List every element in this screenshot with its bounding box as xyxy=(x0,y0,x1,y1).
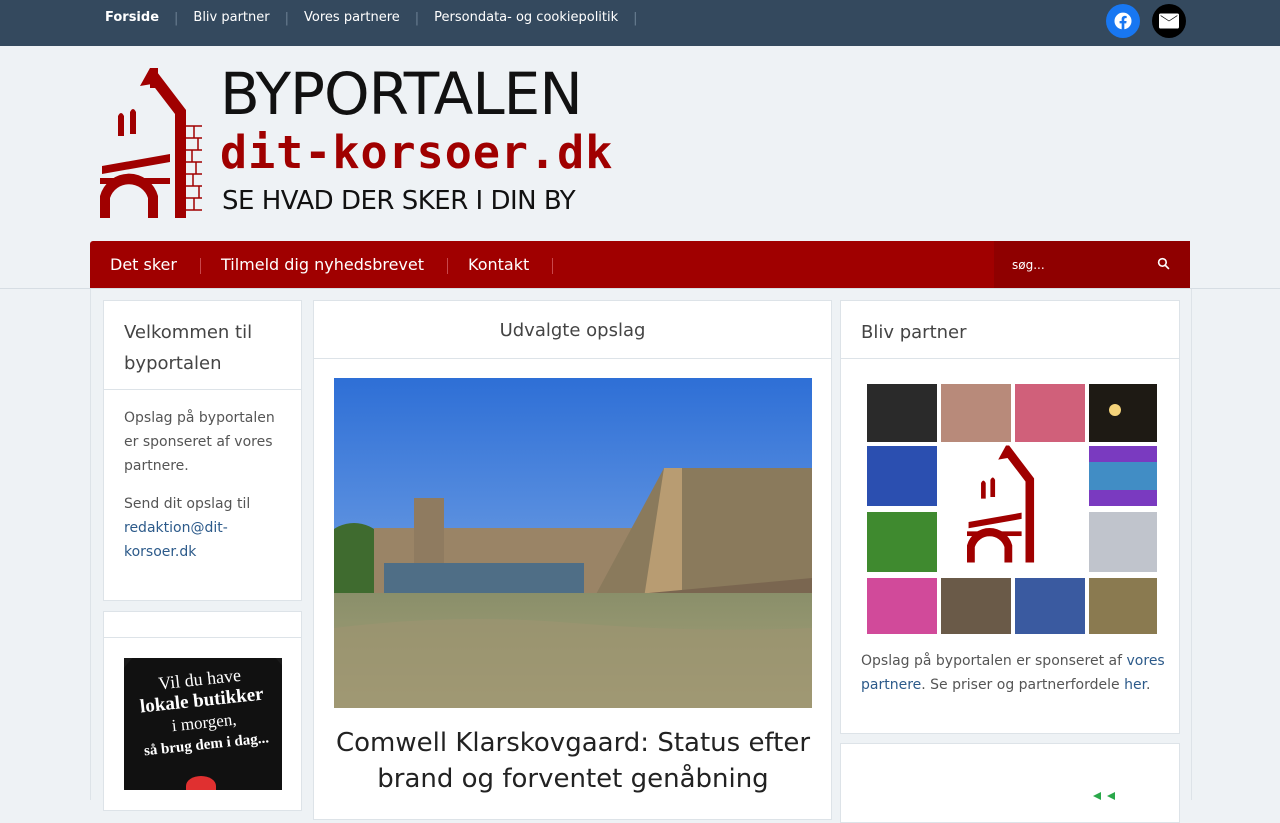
topnav-persondata[interactable]: Persondata- og cookiepolitik xyxy=(419,0,633,36)
local-shops-banner[interactable]: Vil du have lokale butikker i morgen, så… xyxy=(124,658,282,790)
local-shops-widget: Vil du have lokale butikker i morgen, så… xyxy=(103,611,302,811)
topnav-vores-partnere[interactable]: Vores partnere xyxy=(289,0,415,36)
search-box xyxy=(994,241,1190,288)
logo-domain: dit-korsoer.dk xyxy=(220,126,614,179)
site-logo[interactable]: BYPORTALEN dit-korsoer.dk SE HVAD DER SK… xyxy=(100,60,612,222)
topnav-separator: | xyxy=(633,10,638,26)
social-links xyxy=(1106,4,1186,38)
featured-image[interactable] xyxy=(334,378,812,708)
partner-text: Opslag på byportalen er sponseret af vor… xyxy=(861,649,1165,697)
logo-title: BYPORTALEN xyxy=(220,60,583,128)
topnav-forside[interactable]: Forside xyxy=(90,0,174,36)
main-navigation: Det sker Tilmeld dig nyhedsbrevet Kontak… xyxy=(90,241,1190,288)
partner-widget: Bliv partner Opslag på byportalen er spo… xyxy=(840,300,1180,734)
submit-prefix: Send dit opslag til xyxy=(124,496,251,512)
logo-tagline: SE HVAD DER SKER I DIN BY xyxy=(222,186,576,216)
content-area: Velkommen til byportalen Opslag på bypor… xyxy=(90,289,1192,823)
featured-widget: Udvalgte opslag Comwell Klarskovgaard: S… xyxy=(313,300,832,820)
welcome-text: Opslag på byportalen er sponseret af vor… xyxy=(124,410,275,474)
search-icon[interactable] xyxy=(1157,257,1170,270)
topnav-bliv-partner[interactable]: Bliv partner xyxy=(178,0,284,36)
submit-text: Send dit opslag til redaktion@dit-korsoe… xyxy=(124,492,281,564)
nav-det-sker[interactable]: Det sker xyxy=(90,255,201,274)
facebook-icon[interactable] xyxy=(1106,4,1140,38)
search-input[interactable] xyxy=(1010,256,1154,273)
heart-icon xyxy=(186,776,216,790)
nav-tilmeld-nyhedsbrev[interactable]: Tilmeld dig nyhedsbrevet xyxy=(201,255,449,274)
featured-headline[interactable]: Comwell Klarskovgaard: Status efter bran… xyxy=(334,725,812,797)
partner-text-suffix: . xyxy=(1146,677,1151,693)
welcome-widget: Velkommen til byportalen Opslag på bypor… xyxy=(103,300,302,601)
email-icon[interactable] xyxy=(1152,4,1186,38)
widget-title: Bliv partner xyxy=(841,301,1179,359)
sponsor-logo-icon xyxy=(1093,792,1115,800)
partner-text-mid: . Se priser og partnerfordele xyxy=(921,677,1125,693)
email-link[interactable]: redaktion@dit-korsoer.dk xyxy=(124,520,228,560)
partner-text-prefix: Opslag på byportalen er sponseret af xyxy=(861,653,1127,669)
sponsor-widget xyxy=(840,743,1180,823)
nav-kontakt[interactable]: Kontakt xyxy=(448,255,554,274)
her-link[interactable]: her xyxy=(1124,677,1146,693)
top-bar: Forside | Bliv partner | Vores partnere … xyxy=(0,0,1280,46)
widget-title-empty xyxy=(104,612,301,638)
church-logo-icon xyxy=(100,68,202,218)
widget-title: Udvalgte opslag xyxy=(314,301,831,359)
widget-title: Velkommen til byportalen xyxy=(104,301,301,390)
top-navigation: Forside | Bliv partner | Vores partnere … xyxy=(90,0,638,36)
partner-collage-image[interactable] xyxy=(865,382,1157,634)
